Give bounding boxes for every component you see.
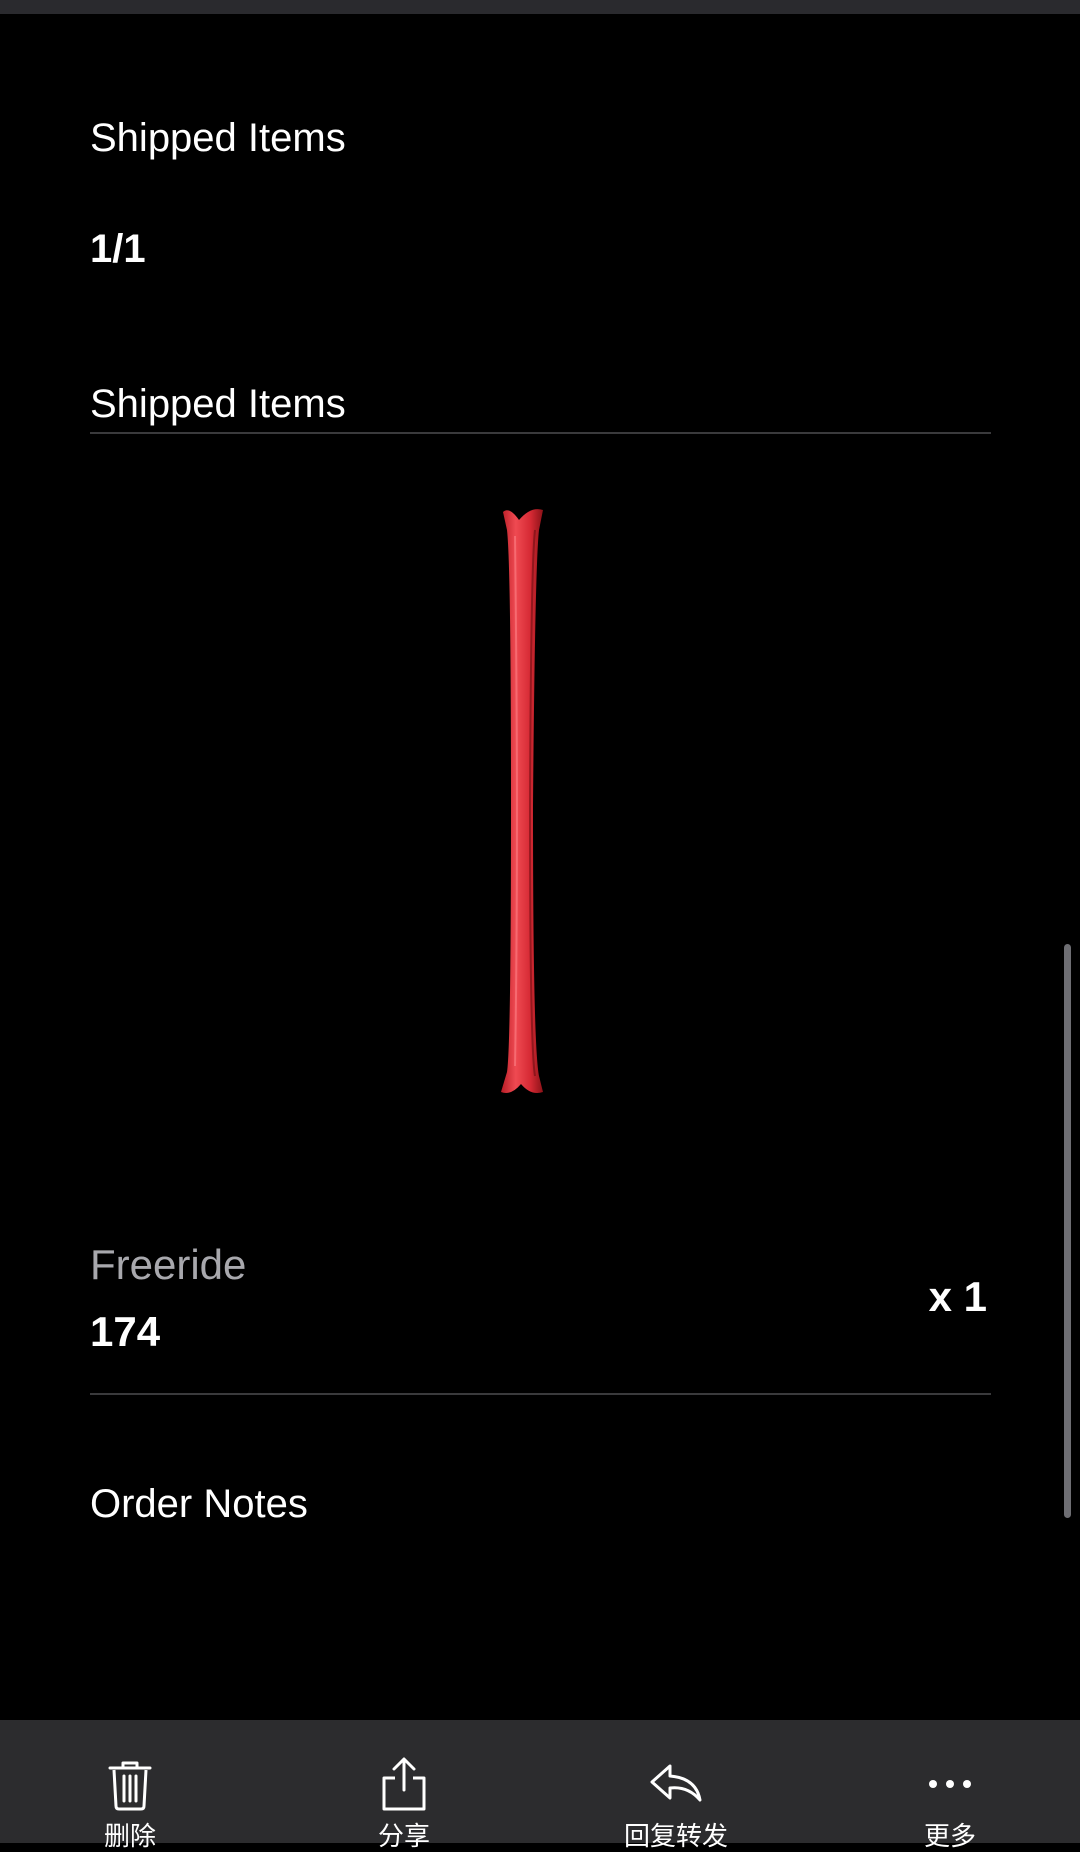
- item-divider: [90, 1393, 991, 1395]
- bottom-toolbar: 删除 分享 回复转发 更多: [0, 1720, 1080, 1850]
- more-button[interactable]: 更多: [850, 1720, 1050, 1850]
- item-quantity: x 1: [928, 1273, 987, 1320]
- order-notes-label: Order Notes: [90, 1482, 308, 1526]
- reply-forward-button[interactable]: 回复转发: [576, 1720, 776, 1850]
- ski-image-graphic: [501, 509, 543, 1094]
- vertical-scrollbar[interactable]: [1064, 944, 1071, 1518]
- item-name: Freeride: [90, 1241, 247, 1288]
- more-label: 更多: [923, 1822, 976, 1852]
- reply-icon: [648, 1756, 704, 1812]
- share-button[interactable]: 分享: [304, 1720, 504, 1850]
- shipped-count: 1/1: [90, 227, 146, 271]
- order-detail-content[interactable]: Shipped Items 1/1 Shipped Items Freeride…: [0, 14, 1080, 1720]
- status-strip: [0, 0, 1080, 14]
- reply-forward-label: 回复转发: [623, 1822, 728, 1852]
- ski-product-image[interactable]: [495, 506, 555, 1096]
- shipped-items-header: Shipped Items: [90, 382, 346, 426]
- delete-button[interactable]: 删除: [30, 1720, 230, 1850]
- trash-icon: [102, 1756, 158, 1812]
- share-icon: [376, 1756, 432, 1812]
- shipped-items-label: Shipped Items: [90, 116, 346, 160]
- more-icon: [922, 1756, 978, 1812]
- header-divider: [90, 432, 991, 434]
- share-label: 分享: [377, 1822, 430, 1852]
- delete-label: 删除: [103, 1822, 156, 1852]
- item-size: 174: [90, 1308, 161, 1355]
